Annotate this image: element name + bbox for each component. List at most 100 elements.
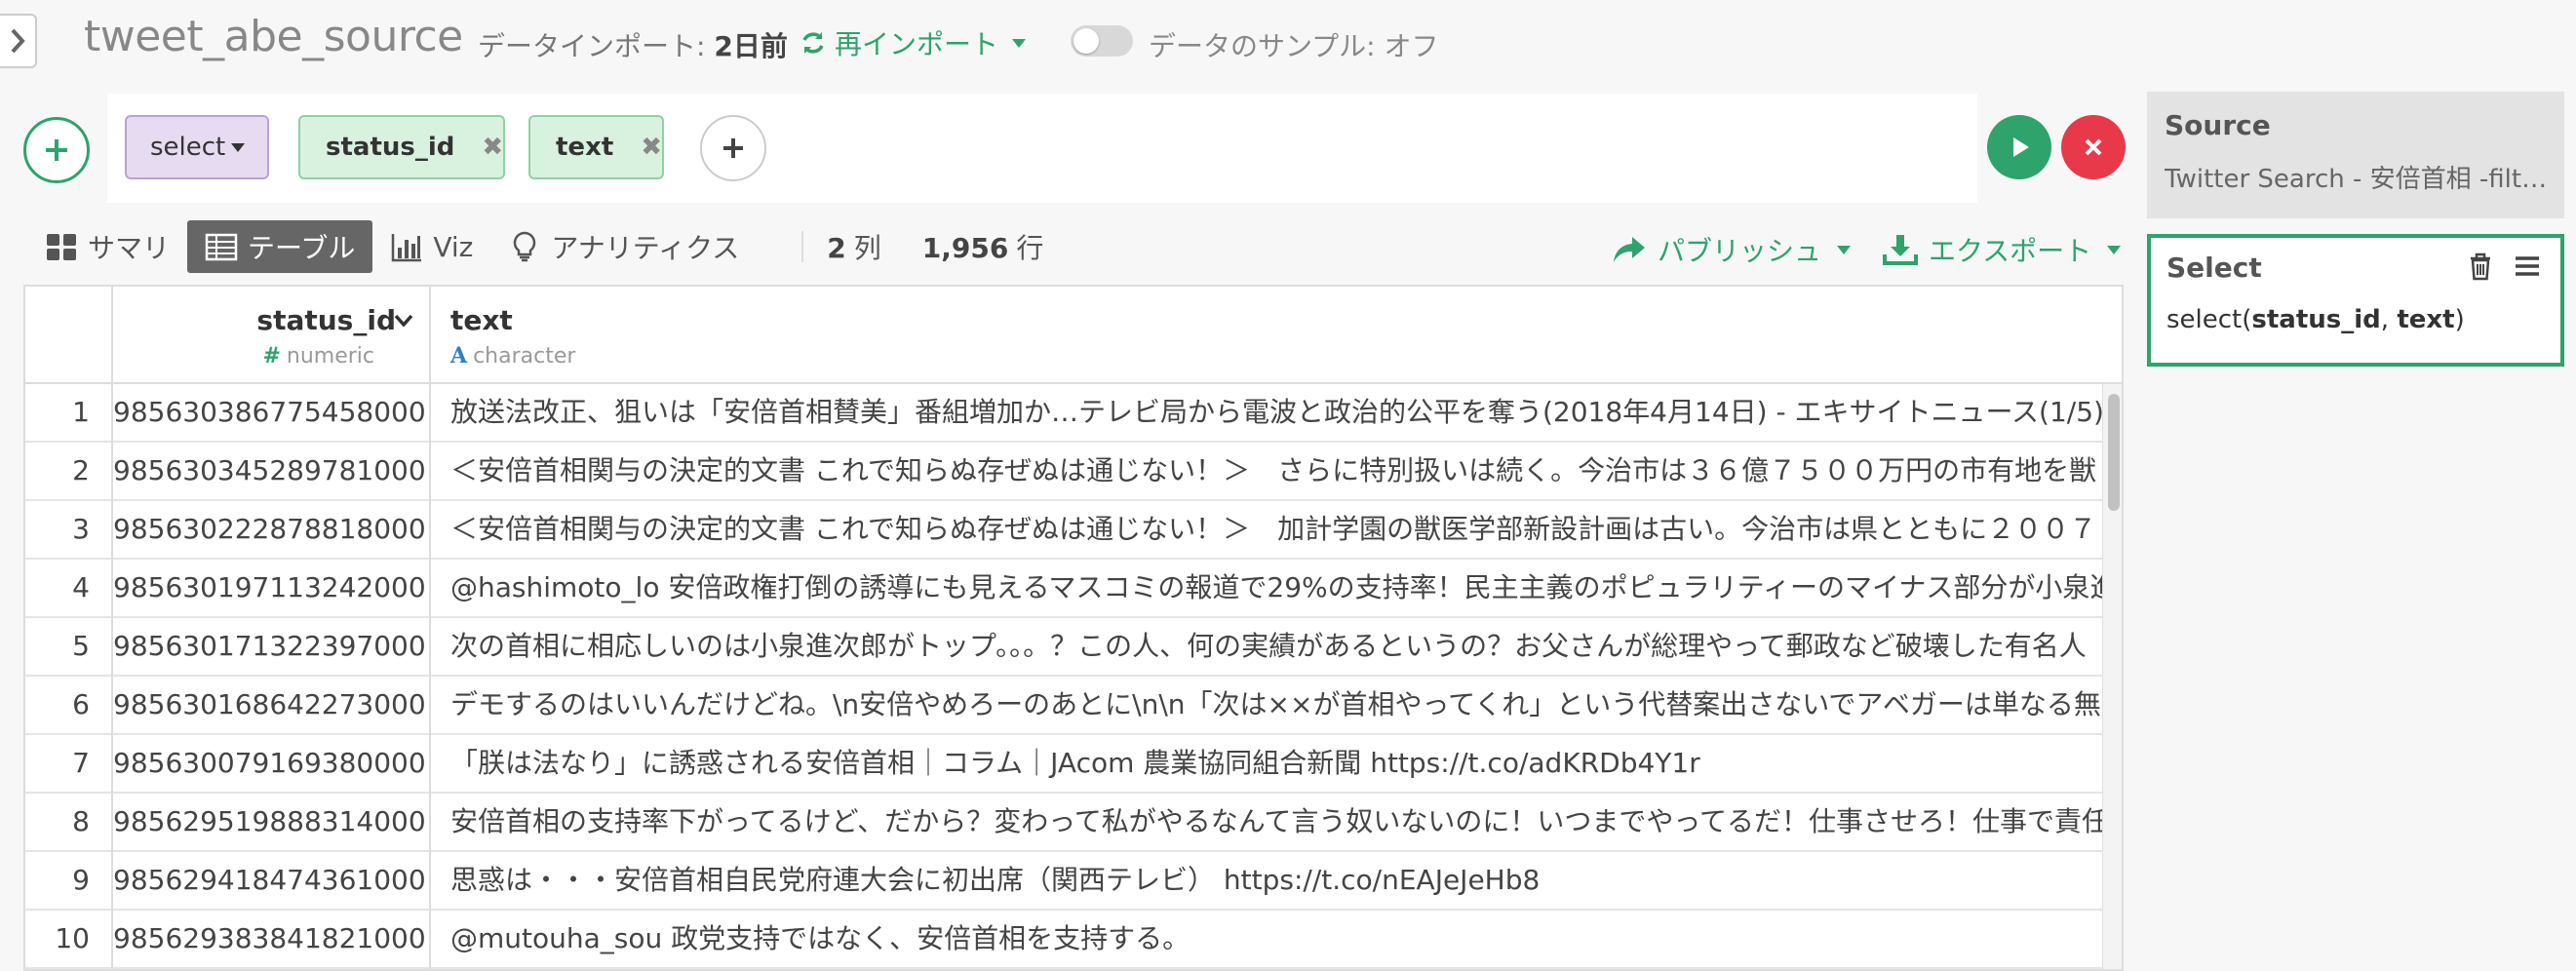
tab-table-label: テーブル — [248, 232, 356, 264]
tab-viz[interactable]: Viz — [372, 220, 490, 273]
column-header-text[interactable]: text Acharacter — [431, 287, 2122, 384]
row-number: 1 — [25, 384, 113, 443]
status-id-cell: 985630222878818000 — [113, 501, 431, 560]
numeric-type-icon: # — [262, 343, 281, 369]
refresh-icon — [802, 32, 824, 54]
column-count: 2 — [827, 232, 846, 264]
caret-down-icon — [231, 142, 246, 152]
row-number: 7 — [25, 735, 113, 794]
tab-summary[interactable]: サマリ — [27, 220, 187, 273]
publish-button[interactable]: パブリッシュ — [1611, 230, 1852, 269]
step-title: Source — [2165, 109, 2271, 141]
table-row[interactable]: 5 985630171322397000 次の首相に相応しいのは小泉進次郎がトップ。… — [25, 618, 2102, 677]
tab-table[interactable]: テーブル — [187, 220, 373, 273]
share-icon — [1614, 237, 1645, 262]
trash-icon[interactable] — [2467, 252, 2494, 281]
plus-icon — [723, 138, 743, 158]
caret-down-icon — [2107, 245, 2122, 254]
chevron-down-icon[interactable] — [394, 314, 413, 328]
status-id-cell: 985630079169380000 — [113, 735, 431, 794]
function-dropdown[interactable]: select — [125, 115, 269, 179]
table-row[interactable]: 7 985630079169380000 「朕は法なり」に誘惑される安倍首相｜コラム… — [25, 735, 2102, 794]
status-id-cell: 985629418474361000 — [113, 852, 431, 911]
play-icon — [2013, 137, 2029, 157]
table-row[interactable]: 9 985629418474361000 思惑は・・・安倍首相自民党府連大会に初出席… — [25, 852, 2102, 911]
tab-analytics-label: アナリティクス — [551, 232, 740, 264]
grid-icon — [47, 234, 76, 260]
row-number: 4 — [25, 560, 113, 618]
table-row[interactable]: 6 985630168642273000 デモするのはいいんだけどね。\n安倍やめろ… — [25, 677, 2102, 735]
text-cell: ＜安倍首相関与の決定的文書 これで知らぬ存ぜぬは通じない！＞ 加計学園の獣医学部… — [450, 513, 2097, 545]
run-button[interactable] — [1987, 115, 2051, 179]
command-bar: select status_id ✖ text ✖ — [107, 94, 1977, 203]
caret-down-icon — [1837, 245, 1852, 254]
table-header: status_id # numeric text Acharacter — [25, 287, 2122, 384]
sample-label: データのサンプル: オフ — [1149, 30, 1439, 62]
row-number: 3 — [25, 501, 113, 560]
table-row[interactable]: 2 985630345289781000 ＜安倍首相関与の決定的文書 これで知らぬ存… — [25, 443, 2102, 501]
header: tweet_abe_source データインポート: 2日前 再インポート デー… — [0, 0, 2576, 82]
text-cell: 放送法改正、狙いは「安倍首相賛美」番組増加か…テレビ局から電波と政治的公平を奪う… — [450, 396, 2102, 428]
row-count: 1,956 — [921, 232, 1009, 264]
row-unit: 行 — [1016, 232, 1044, 264]
row-number: 8 — [25, 794, 113, 852]
bar-chart-icon — [392, 234, 422, 262]
step-select[interactable]: Select select(status_id, text) — [2147, 234, 2564, 367]
menu-icon[interactable] — [2514, 252, 2541, 281]
step-description: select(status_id, text) — [2166, 305, 2545, 334]
step-sep: , — [2380, 305, 2398, 334]
close-icon — [2085, 138, 2102, 156]
dataset-title: tweet_abe_source — [84, 12, 463, 61]
scroll-thumb[interactable] — [2108, 394, 2120, 511]
reimport-label: 再インポート — [835, 28, 999, 60]
step-col: status_id — [2251, 305, 2381, 334]
tab-analytics[interactable]: アナリティクス — [490, 220, 757, 273]
add-column-button[interactable] — [700, 115, 766, 181]
table-body: 1 985630386775458000 放送法改正、狙いは「安倍首相賛美」番組増加… — [25, 384, 2102, 969]
row-number-header — [25, 287, 113, 384]
table-row[interactable]: 3 985630222878818000 ＜安倍首相関与の決定的文書 これで知らぬ存… — [25, 501, 2102, 560]
chevron-right-icon — [11, 28, 25, 54]
column-name: status_id — [256, 304, 396, 336]
column-type-label: numeric — [286, 344, 374, 369]
status-id-cell: 985629519888314000 — [113, 794, 431, 852]
table-row[interactable]: 10 985629383841821000 @mutouha_sou 政党支持ではな… — [25, 911, 2102, 969]
row-number: 6 — [25, 677, 113, 735]
dimension-counts: 2列 1,956 行 — [827, 227, 1043, 266]
export-button[interactable]: エクスポート — [1882, 230, 2122, 269]
column-unit: 列 — [853, 232, 881, 264]
import-label: データインポート: — [478, 30, 715, 62]
text-cell: @mutouha_sou 政党支持ではなく、安倍首相を支持する。 — [450, 922, 1190, 954]
table-row[interactable]: 8 985629519888314000 安倍首相の支持率下がってるけど、だから？変… — [25, 794, 2102, 852]
column-type: # numeric — [262, 343, 374, 369]
text-cell: ＜安倍首相関与の決定的文書 これで知らぬ存ぜぬは通じない！＞ さらに特別扱いは続… — [450, 454, 2097, 486]
reimport-button[interactable]: 再インポート — [800, 23, 1027, 62]
add-step-button[interactable] — [23, 117, 90, 183]
text-cell: デモするのはいいんだけどね。\n安倍やめろーのあとに\n\n「次は××が首相やっ… — [450, 688, 2102, 720]
status-id-cell: 985630386775458000 — [113, 384, 431, 443]
lightbulb-icon — [514, 231, 536, 262]
cancel-button[interactable] — [2061, 115, 2126, 179]
row-number: 10 — [25, 911, 113, 969]
table-row[interactable]: 4 985630197113242000 @hashimoto_lo 安倍政権打倒の… — [25, 560, 2102, 618]
plus-icon — [46, 139, 67, 161]
column-chip-label: status_id — [326, 133, 455, 162]
expand-sidebar-button[interactable] — [0, 14, 37, 68]
row-number: 5 — [25, 618, 113, 677]
status-id-cell: 985630345289781000 — [113, 443, 431, 501]
step-source[interactable]: Source Twitter Search - 安倍首相 -filt… — [2147, 92, 2564, 218]
remove-icon[interactable]: ✖ — [482, 133, 503, 162]
tab-summary-label: サマリ — [88, 232, 171, 264]
column-header-status-id[interactable]: status_id # numeric — [113, 287, 431, 384]
row-number: 2 — [25, 443, 113, 501]
sample-toggle[interactable] — [1071, 25, 1133, 57]
text-cell: 「朕は法なり」に誘惑される安倍首相｜コラム｜JAcom 農業協同組合新聞 htt… — [450, 747, 1700, 779]
column-chip-text[interactable]: text ✖ — [528, 115, 665, 179]
export-label: エクスポート — [1929, 235, 2092, 267]
remove-icon[interactable]: ✖ — [641, 133, 662, 162]
column-chip-label: text — [556, 133, 614, 162]
function-label: select — [150, 133, 226, 162]
table-row[interactable]: 1 985630386775458000 放送法改正、狙いは「安倍首相賛美」番組増加… — [25, 384, 2102, 443]
column-chip-status-id[interactable]: status_id ✖ — [298, 115, 506, 179]
vertical-scrollbar[interactable] — [2102, 384, 2122, 969]
